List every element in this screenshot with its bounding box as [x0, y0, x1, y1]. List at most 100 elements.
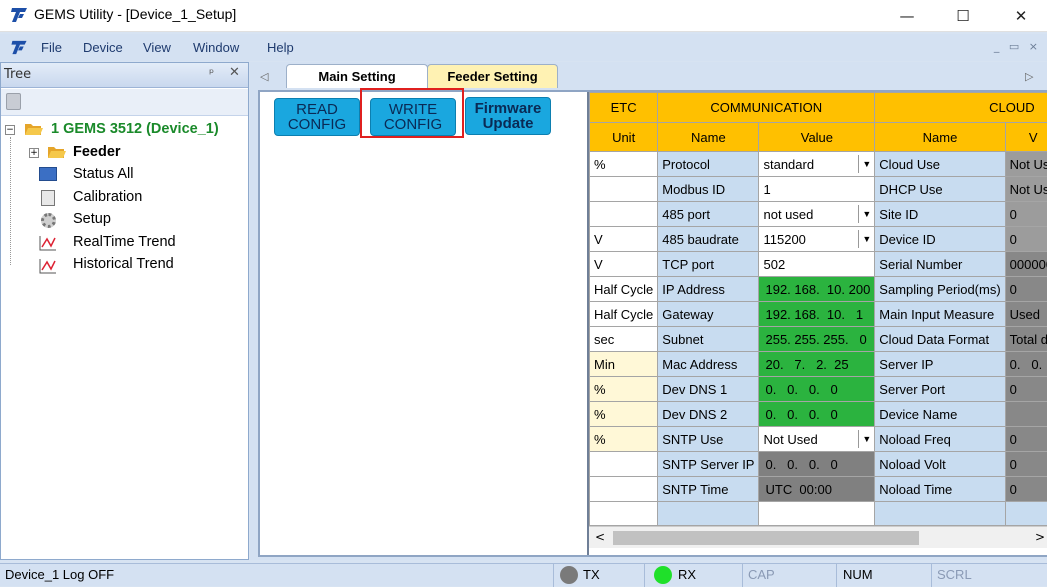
tree-title: Tree — [4, 67, 31, 82]
chevron-down-icon[interactable]: ▼ — [858, 155, 874, 173]
menu-file[interactable]: File — [41, 40, 62, 55]
tab-feeder-setting[interactable]: Feeder Setting — [427, 64, 558, 88]
table-row: %SNTP UseNot Used▼Noload Freq0 — [590, 427, 1047, 452]
pin-icon[interactable]: ᵖ — [209, 66, 214, 80]
table-row: V485 baudrate115200▼Device ID0 — [590, 227, 1047, 252]
name-cell: Modbus ID — [658, 177, 759, 202]
chevron-down-icon[interactable]: ▼ — [858, 230, 874, 248]
unit-cell: Min — [590, 352, 658, 377]
menu-window[interactable]: Window — [193, 40, 239, 55]
settings-table: ETC COMMUNICATION CLOUD Unit Name Value … — [589, 92, 1047, 526]
mdi-window-controls[interactable]: _ ▭ × — [994, 40, 1041, 53]
scrl-indicator: SCRL — [937, 567, 972, 582]
chevron-down-icon[interactable]: ▼ — [858, 205, 874, 223]
tab-scroll-right-icon[interactable]: ▷ — [1025, 70, 1033, 83]
tree-item-status-all[interactable]: Status All — [73, 166, 133, 182]
cloud-value-cell[interactable]: 0. 0. — [1005, 352, 1047, 377]
value-cell[interactable]: 192. 168. 10. 200 — [759, 277, 875, 302]
unit-cell: % — [590, 377, 658, 402]
cloud-value-cell[interactable]: 000000 — [1005, 252, 1047, 277]
expand-toggle-icon[interactable]: + — [29, 148, 39, 158]
status-divider — [931, 564, 932, 587]
dropdown-value: 115200 — [763, 232, 805, 247]
table-row: SNTP Server IP0. 0. 0. 0Noload Volt0 — [590, 452, 1047, 477]
close-button[interactable]: ✕ — [998, 0, 1044, 32]
cloud-value-cell[interactable]: 0 — [1005, 427, 1047, 452]
collapse-toggle-icon[interactable]: − — [5, 125, 15, 135]
tree-item-feeder[interactable]: Feeder — [73, 144, 121, 160]
cloud-value-cell[interactable]: Total da — [1005, 327, 1047, 352]
tab-scroll-left-icon[interactable]: ◁ — [260, 70, 268, 83]
scroll-left-icon[interactable]: < — [595, 530, 605, 544]
tree-item-calibration[interactable]: Calibration — [73, 189, 142, 205]
tree-close-icon[interactable]: ✕ — [229, 65, 240, 80]
unit-cell: % — [590, 402, 658, 427]
menu-help[interactable]: Help — [267, 40, 294, 55]
tree-item-realtime-trend[interactable]: RealTime Trend — [73, 234, 176, 250]
cap-indicator: CAP — [748, 567, 775, 582]
cloud-name-cell: DHCP Use — [875, 177, 1005, 202]
tree-root-device[interactable]: 1 GEMS 3512 (Device_1) — [51, 121, 219, 137]
firmware-update-button[interactable]: Firmware Update — [465, 97, 551, 135]
app-menu-icon[interactable] — [9, 39, 29, 56]
refresh-icon[interactable] — [6, 93, 21, 110]
cloud-value-cell[interactable]: 0 — [1005, 477, 1047, 502]
table-row: Half CycleGateway192. 168. 10. 1Main Inp… — [590, 302, 1047, 327]
empty-cell — [590, 502, 658, 526]
horizontal-scrollbar[interactable]: < > — [589, 526, 1047, 548]
empty-cell — [759, 502, 875, 526]
value-cell[interactable]: 255. 255. 255. 0 — [759, 327, 875, 352]
value-dropdown[interactable]: 115200 ▼ — [759, 227, 875, 252]
cloud-value-cell[interactable]: Not Use — [1005, 177, 1047, 202]
tree-header: Tree ᵖ ✕ — [1, 63, 248, 88]
cloud-value-cell[interactable]: Not Use — [1005, 152, 1047, 177]
cloud-value-cell[interactable]: 0 — [1005, 227, 1047, 252]
table-row: %Protocolstandard▼Cloud UseNot Use — [590, 152, 1047, 177]
firmware-label-1: Firmware — [475, 101, 542, 116]
cloud-value-cell[interactable] — [1005, 402, 1047, 427]
value-cell[interactable]: 0. 0. 0. 0 — [759, 402, 875, 427]
table-row: 485 portnot used▼Site ID0 — [590, 202, 1047, 227]
write-config-button[interactable]: WRITE CONFIG — [370, 98, 456, 136]
name-cell: SNTP Time — [658, 477, 759, 502]
cloud-value-cell[interactable]: Used — [1005, 302, 1047, 327]
name-cell: SNTP Server IP — [658, 452, 759, 477]
name-cell: Gateway — [658, 302, 759, 327]
value-cell[interactable]: 0. 0. 0. 0 — [759, 377, 875, 402]
minimize-button[interactable]: — — [884, 0, 930, 32]
tx-led-icon — [560, 566, 578, 584]
value-cell[interactable]: 20. 7. 2. 25 — [759, 352, 875, 377]
scroll-right-icon[interactable]: > — [1035, 530, 1045, 544]
value-dropdown[interactable]: standard▼ — [759, 152, 875, 177]
cloud-value-cell[interactable]: 0 — [1005, 377, 1047, 402]
col-header-cloud-value: V — [1005, 123, 1047, 152]
value-cell[interactable]: 502 — [759, 252, 875, 277]
menu-device[interactable]: Device — [83, 40, 123, 55]
value-cell[interactable]: 0. 0. 0. 0 — [759, 452, 875, 477]
cloud-value-cell[interactable]: 0 — [1005, 277, 1047, 302]
group-header-etc: ETC — [590, 93, 658, 123]
menu-view[interactable]: View — [143, 40, 171, 55]
tree-item-historical-trend[interactable]: Historical Trend — [73, 256, 174, 272]
folder-open-icon — [24, 121, 44, 137]
value-dropdown[interactable]: Not Used▼ — [759, 427, 875, 452]
value-cell[interactable]: 192. 168. 10. 1 — [759, 302, 875, 327]
value-cell[interactable]: UTC 00:00 — [759, 477, 875, 502]
status-bar: Device_1 Log OFF TX RX CAP NUM SCRL — [0, 563, 1047, 586]
chevron-down-icon[interactable]: ▼ — [858, 430, 874, 448]
unit-cell — [590, 477, 658, 502]
read-config-label-1: READ — [296, 102, 338, 117]
tx-indicator: TX — [583, 567, 600, 582]
cloud-name-cell: Server IP — [875, 352, 1005, 377]
read-config-button[interactable]: READ CONFIG — [274, 98, 360, 136]
maximize-button[interactable]: ☐ — [940, 0, 986, 32]
status-divider — [836, 564, 837, 587]
cloud-value-cell[interactable]: 0 — [1005, 452, 1047, 477]
tree-item-setup[interactable]: Setup — [73, 211, 111, 227]
tab-main-setting[interactable]: Main Setting — [286, 64, 428, 88]
col-header-unit: Unit — [590, 123, 658, 152]
value-dropdown[interactable]: not used▼ — [759, 202, 875, 227]
value-cell[interactable]: 1 — [759, 177, 875, 202]
cloud-value-cell[interactable]: 0 — [1005, 202, 1047, 227]
scrollbar-thumb[interactable] — [613, 531, 919, 545]
